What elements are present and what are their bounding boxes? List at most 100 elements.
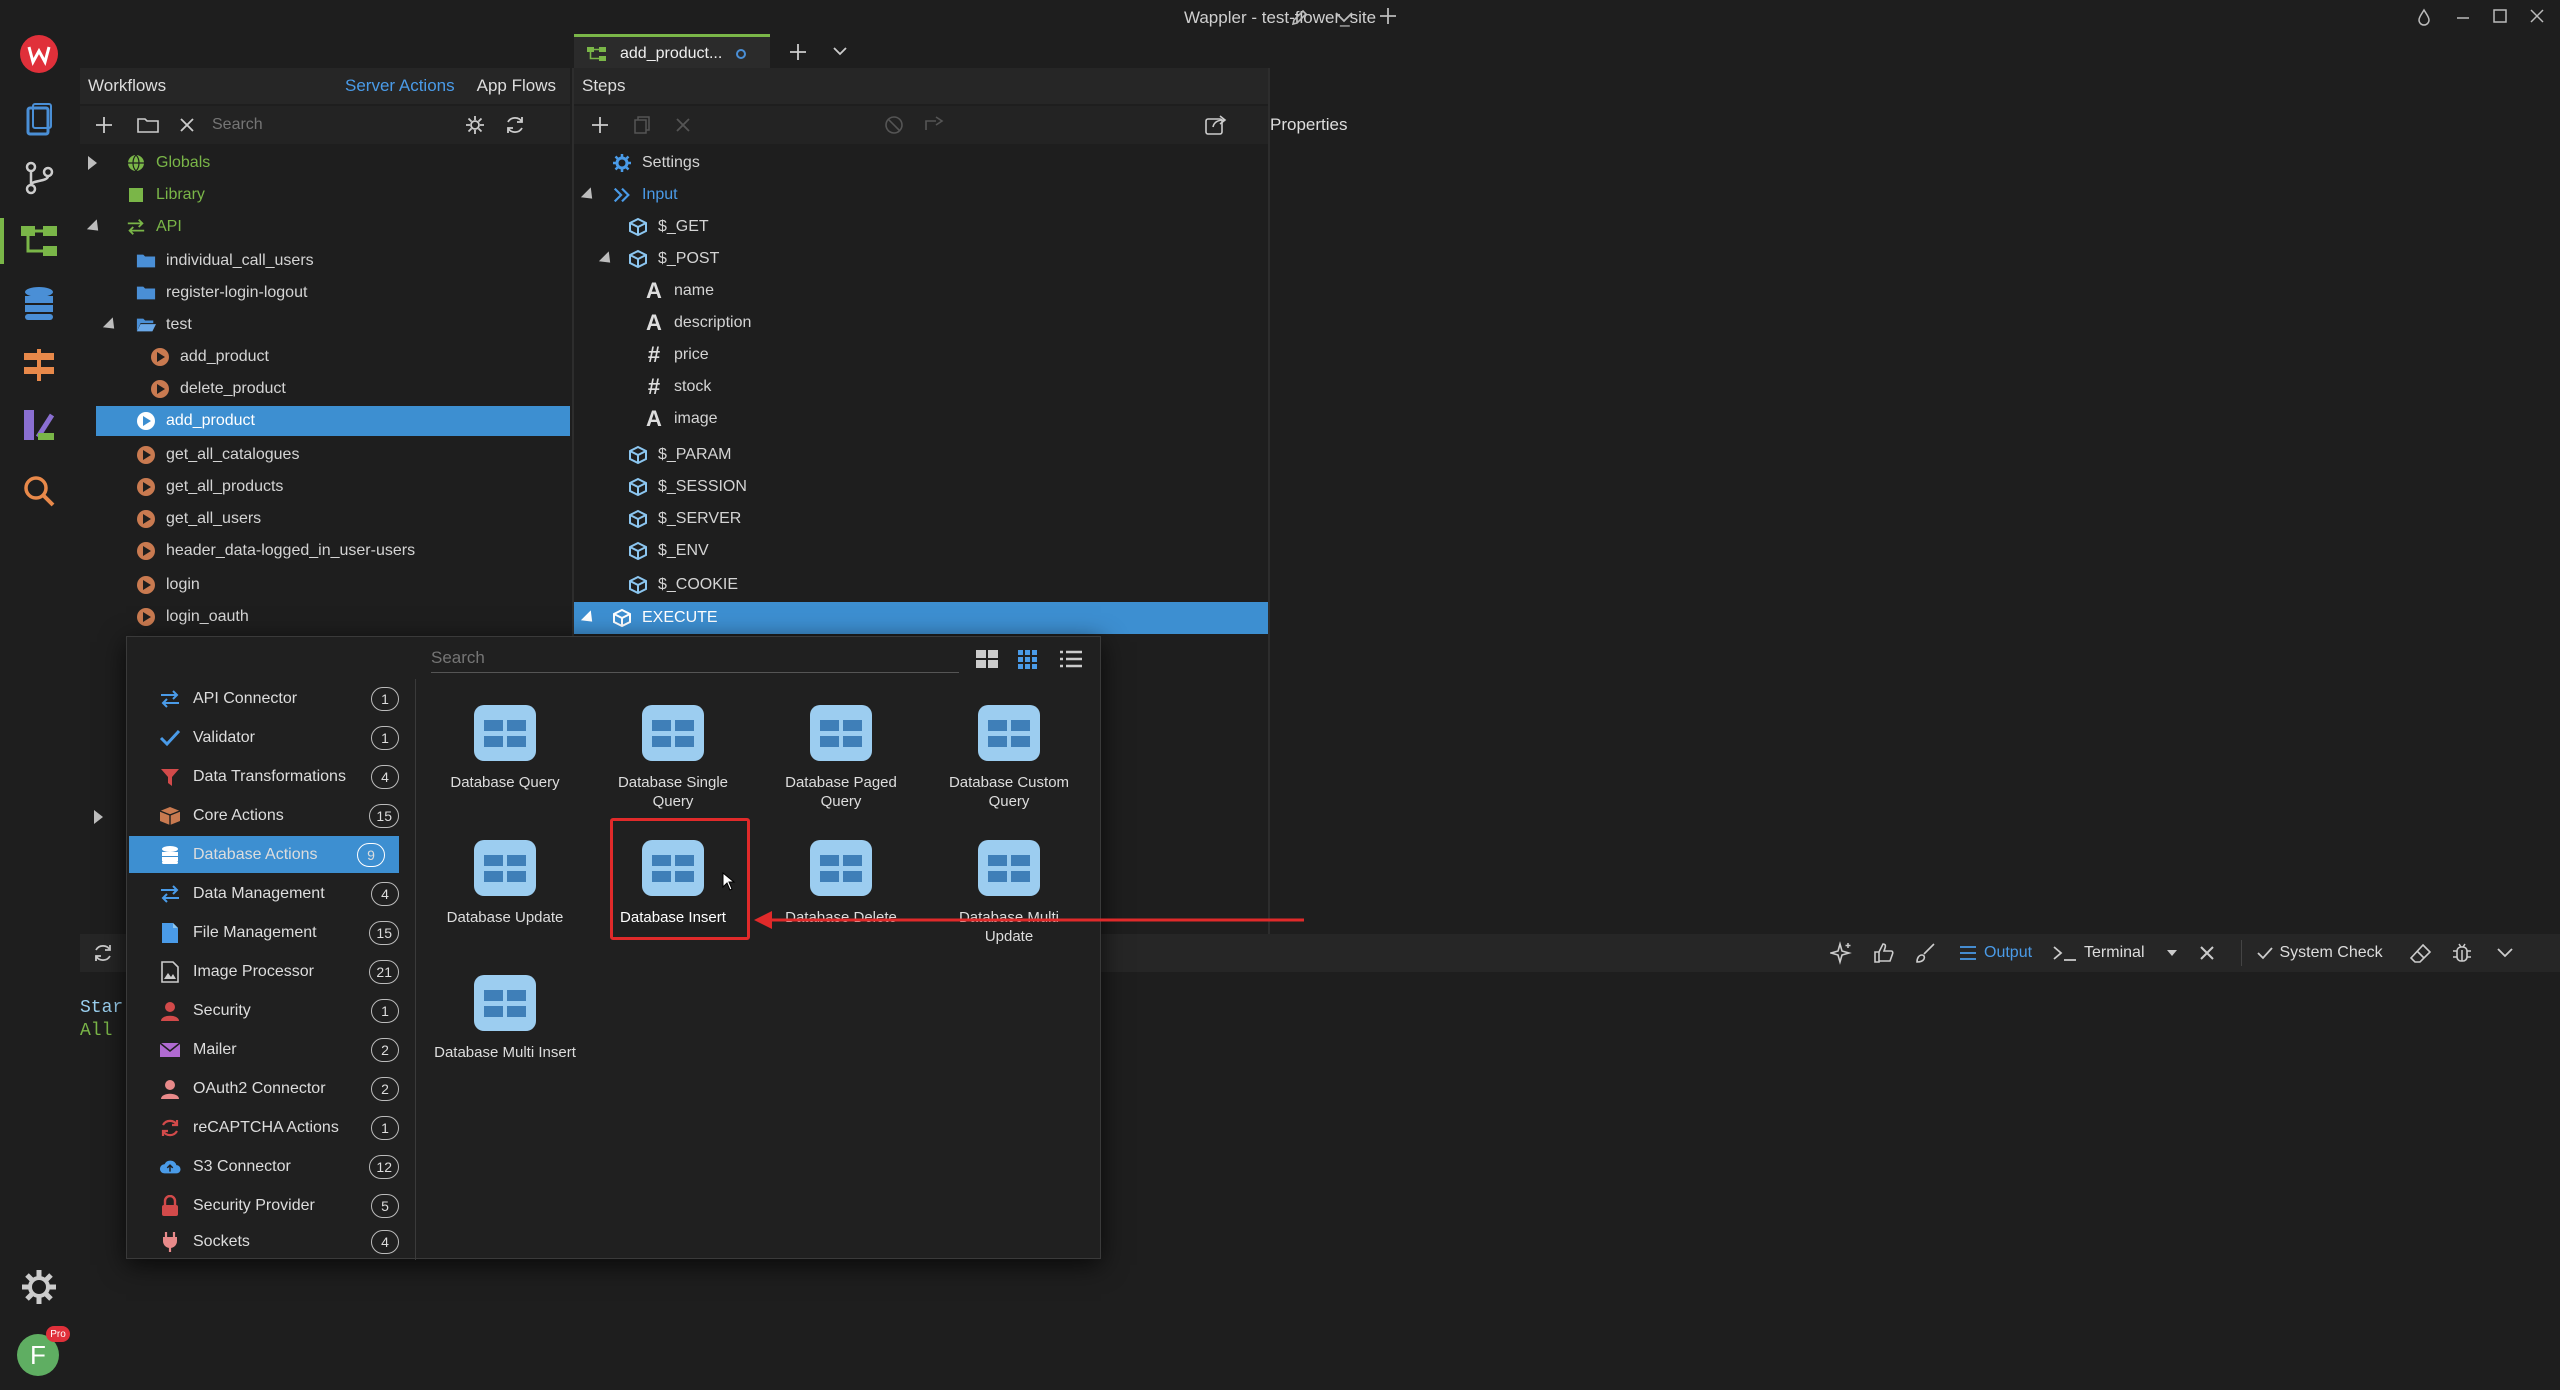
step-item[interactable]: $_POST — [574, 244, 1268, 274]
add-icon[interactable] — [94, 115, 114, 135]
thumbs-up-icon[interactable] — [1872, 941, 1896, 965]
pencil-icon[interactable] — [1290, 7, 1310, 27]
step-input[interactable]: Input — [574, 180, 1268, 210]
step-item[interactable]: $_PARAM — [574, 440, 1268, 470]
tree-item-folder[interactable]: register-login-logout — [80, 278, 570, 308]
action-database-custom-query[interactable]: Database Custom Query — [934, 703, 1084, 811]
tree-item-action-selected[interactable]: add_product — [96, 406, 570, 436]
pages-icon[interactable] — [14, 95, 64, 145]
add-step-icon[interactable] — [590, 115, 610, 135]
tab-add-product[interactable]: add_product... — [574, 34, 770, 70]
category-file-management[interactable]: File Management 15 — [129, 914, 413, 951]
tree-item-action[interactable]: get_all_users — [80, 504, 570, 534]
action-database-paged-query[interactable]: Database Paged Query — [766, 703, 916, 811]
terminal-dropdown-icon[interactable] — [2166, 950, 2177, 956]
tree-expander-icon[interactable] — [94, 810, 103, 824]
category-oauth2-connector[interactable]: OAuth2 Connector 2 — [129, 1070, 413, 1107]
maximize-icon[interactable] — [2491, 7, 2509, 25]
tab-app-flows[interactable]: App Flows — [477, 76, 556, 96]
tree-item-folder-test[interactable]: test — [80, 310, 570, 340]
new-folder-icon[interactable] — [136, 115, 160, 135]
action-database-multi-insert[interactable]: Database Multi Insert — [430, 973, 580, 1062]
step-item[interactable]: $_GET — [574, 212, 1268, 242]
minimize-icon[interactable] — [2454, 8, 2472, 26]
step-item[interactable]: $_COOKIE — [574, 570, 1268, 600]
search-input[interactable] — [212, 111, 458, 139]
git-icon[interactable] — [14, 153, 64, 203]
step-item[interactable]: $_ENV — [574, 536, 1268, 566]
tree-item-action[interactable]: login — [80, 570, 570, 600]
tree-item-globals[interactable]: Globals — [80, 148, 570, 178]
copy-icon[interactable] — [632, 115, 652, 135]
category-security-provider[interactable]: Security Provider 5 — [129, 1187, 413, 1224]
action-database-query[interactable]: Database Query — [430, 703, 580, 792]
category-validator[interactable]: Validator 1 — [129, 719, 413, 756]
action-database-single-query[interactable]: Database Single Query — [598, 703, 748, 811]
system-check-button[interactable]: System Check — [2280, 944, 2383, 962]
terminal-tab[interactable]: Terminal — [2084, 944, 2144, 962]
category-core-actions[interactable]: Core Actions 15 — [129, 797, 413, 834]
tree-item-folder[interactable]: individual_call_users — [80, 246, 570, 276]
tree-item-action[interactable]: get_all_products — [80, 472, 570, 502]
step-item[interactable]: # stock — [574, 372, 1268, 402]
category-mailer[interactable]: Mailer 2 — [129, 1031, 413, 1068]
tree-item-api[interactable]: API — [80, 212, 570, 242]
settings-gear-icon[interactable] — [464, 114, 486, 136]
step-execute-selected[interactable]: EXECUTE — [574, 602, 1268, 634]
category-security[interactable]: Security 1 — [129, 992, 413, 1029]
tab-menu-chevron-icon[interactable] — [832, 45, 848, 57]
category-sockets[interactable]: Sockets 4 — [129, 1226, 413, 1258]
close-icon[interactable] — [2199, 945, 2215, 961]
action-database-update[interactable]: Database Update — [430, 838, 580, 927]
small-grid-view-icon[interactable] — [1017, 649, 1039, 669]
close-icon[interactable] — [2528, 7, 2546, 25]
step-item[interactable]: A description — [574, 308, 1268, 338]
tree-item-library[interactable]: Library — [80, 180, 570, 210]
tree-item-action[interactable]: login_oauth — [80, 602, 570, 632]
tab-server-actions[interactable]: Server Actions — [345, 76, 455, 96]
refresh-icon[interactable] — [92, 942, 114, 964]
output-tab[interactable]: Output — [1984, 944, 2032, 962]
search-icon[interactable] — [14, 466, 64, 516]
workflows-icon[interactable] — [14, 216, 64, 266]
eraser-icon[interactable] — [2409, 942, 2433, 964]
remove-step-icon[interactable] — [674, 116, 692, 134]
step-item[interactable]: $_SERVER — [574, 504, 1268, 534]
delete-icon[interactable] — [178, 116, 196, 134]
list-view-icon[interactable] — [1059, 649, 1083, 669]
step-settings[interactable]: Settings — [574, 148, 1268, 178]
gear-icon[interactable] — [14, 1262, 64, 1312]
add-icon[interactable] — [1378, 6, 1398, 26]
tree-item-action[interactable]: delete_product — [80, 374, 570, 404]
category-s3-connector[interactable]: S3 Connector 12 — [129, 1148, 413, 1185]
step-item[interactable]: A image — [574, 404, 1268, 434]
ai-sparkle-icon[interactable] — [1830, 941, 1854, 965]
chevron-down-icon[interactable] — [2495, 946, 2515, 960]
category-database-actions-selected[interactable]: Database Actions 9 — [129, 836, 399, 873]
category-data-transformations[interactable]: Data Transformations 4 — [129, 758, 413, 795]
refresh-icon[interactable] — [504, 114, 526, 136]
resources-icon[interactable] — [14, 400, 64, 450]
category-image-processor[interactable]: Image Processor 21 — [129, 953, 413, 990]
disable-icon[interactable] — [884, 115, 904, 135]
tree-item-action[interactable]: get_all_catalogues — [80, 440, 570, 470]
tree-item-action[interactable]: add_product — [80, 342, 570, 372]
large-grid-view-icon[interactable] — [975, 649, 999, 669]
step-item[interactable]: $_SESSION — [574, 472, 1268, 502]
database-icon[interactable] — [14, 279, 64, 329]
tree-item-action[interactable]: header_data-logged_in_user-users — [80, 536, 570, 566]
category-recaptcha-actions[interactable]: reCAPTCHA Actions 1 — [129, 1109, 413, 1146]
category-data-management[interactable]: Data Management 4 — [129, 875, 413, 912]
action-search-input[interactable] — [431, 643, 959, 673]
bug-icon[interactable] — [2451, 942, 2473, 964]
new-tab-icon[interactable] — [788, 42, 808, 62]
brush-icon[interactable] — [1914, 941, 1938, 965]
routes-icon[interactable] — [14, 340, 64, 390]
theme-drop-icon[interactable] — [2416, 8, 2432, 26]
step-item[interactable]: # price — [574, 340, 1268, 370]
step-item[interactable]: A name — [574, 276, 1268, 306]
chevron-down-icon[interactable] — [1333, 9, 1355, 25]
export-icon[interactable] — [924, 115, 946, 135]
share-icon[interactable] — [1204, 114, 1228, 136]
category-api-connector[interactable]: API Connector 1 — [129, 680, 413, 717]
